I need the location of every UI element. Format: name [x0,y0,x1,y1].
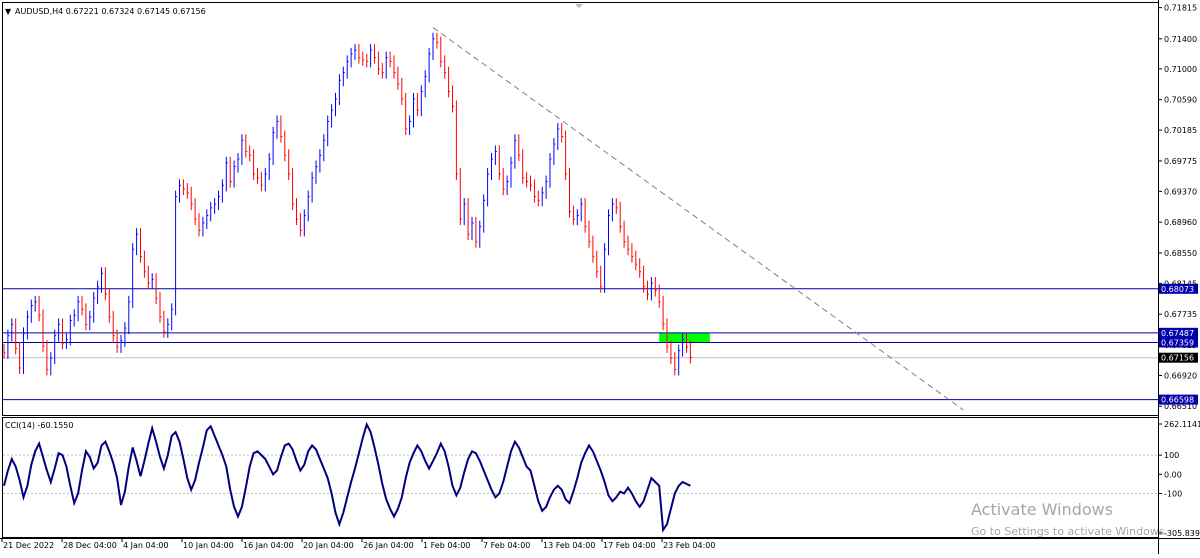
level-tag-label: 0.67359 [1161,338,1194,347]
price-tick-label: 0.71400 [1164,35,1197,44]
candles-layer [3,32,692,376]
time-tick-label: 23 Feb 04:00 [663,541,715,550]
price-tick-label: 0.71815 [1164,4,1197,13]
price-tick-label: 0.68960 [1164,218,1197,227]
price-tick-label: 0.69370 [1164,187,1197,196]
level-tag-label: 0.67487 [1161,329,1194,338]
cci-layer [3,421,691,533]
level-tag-label: 0.66598 [1161,396,1194,405]
time-tick-label: 17 Feb 04:00 [603,541,655,550]
cci-tick-label: 0.00 [1164,470,1182,479]
time-tick-label: 7 Feb 04:00 [483,541,530,550]
time-tick-label: 10 Jan 04:00 [183,541,234,550]
price-tick-label: 0.70185 [1164,126,1197,135]
current-price-label: 0.67156 [1161,354,1194,363]
trend-line-layer[interactable] [432,27,964,411]
level-lines-layer[interactable] [3,288,1158,401]
cci-tick-label: -100 [1164,489,1182,498]
time-tick-label: 4 Jan 04:00 [123,541,169,550]
level-tag-label: 0.68073 [1161,285,1194,294]
activate-windows-title: Activate Windows [971,500,1114,519]
cci-tick-label: 100 [1164,451,1179,460]
price-tags-layer: 0.68073 0.674870.67359 0.66598 0.67156 [1159,283,1198,405]
time-tick-label: 1 Feb 04:00 [423,541,470,550]
price-tick-label: 0.67735 [1164,310,1197,319]
price-tick-label: 0.66920 [1164,371,1197,380]
time-tick-label: 20 Jan 04:00 [303,541,354,550]
scroll-marker-icon[interactable] [575,4,583,8]
symbol-ohlc-label: AUDUSD,H4 0.67221 0.67324 0.67145 0.6715… [15,7,206,16]
time-tick-label: 13 Feb 04:00 [543,541,595,550]
cci-line [3,421,691,533]
price-axis: 0.71815 0.71400 0.71000 0.70590 0.70185 0.697… [1158,4,1197,411]
cci-tick-label: 262.1141 [1164,420,1200,429]
price-tick-label: 0.71000 [1164,65,1197,74]
indicator-panel-frame [2,417,1159,538]
cci-tick-label: -305.839 [1164,529,1200,538]
price-tick-label: 0.68550 [1164,249,1197,258]
time-tick-label: 28 Dec 04:00 [63,541,117,550]
menu-arrow-icon[interactable]: ▼ [5,7,12,16]
cci-axis: 262.1141 100 0.00 -100 -305.839 [3,420,1200,538]
price-tick-label: 0.70590 [1164,96,1197,105]
cci-label: CCI(14) -60.1550 [5,421,73,430]
trend-line[interactable] [432,27,964,411]
chart-window[interactable]: ▼ AUDUSD,H4 0.67221 0.67324 0.67145 0.67… [0,0,1200,554]
activate-windows-subtitle: Go to Settings to activate Windows. [971,525,1169,538]
chart-canvas[interactable]: ▼ AUDUSD,H4 0.67221 0.67324 0.67145 0.67… [0,0,1200,554]
price-tick-label: 0.69775 [1164,157,1197,166]
time-tick-label: 26 Jan 04:00 [363,541,414,550]
time-tick-label: 21 Dec 2022 [3,541,54,550]
time-tick-label: 16 Jan 04:00 [243,541,294,550]
time-axis: 21 Dec 2022 28 Dec 04:00 4 Jan 04:00 10 Jan… [1,538,715,550]
